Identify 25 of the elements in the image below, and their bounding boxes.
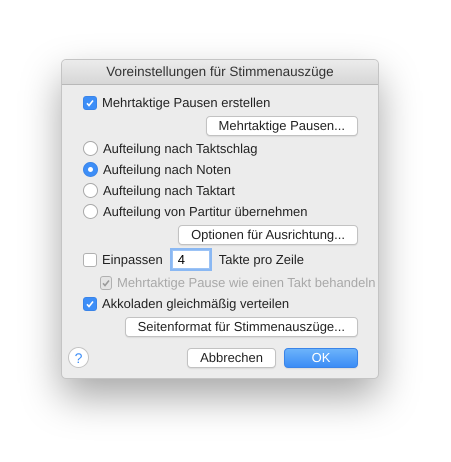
radio-button[interactable] [83, 162, 98, 177]
radio-button[interactable] [83, 141, 98, 156]
field-label: Takte pro Zeile [218, 252, 304, 267]
checkbox[interactable] [83, 296, 97, 310]
radio-button[interactable] [83, 183, 98, 198]
checkbox-label: Mehrtaktige Pausen erstellen [102, 95, 270, 110]
checkmark-icon [85, 98, 95, 108]
checkmark-icon [85, 298, 95, 308]
checkmark-icon [101, 278, 111, 288]
options-button[interactable]: Optionen für Ausrichtung... [178, 224, 358, 244]
options-button[interactable]: Mehrtaktige Pausen... [206, 116, 358, 136]
input-field[interactable]: 4 [172, 250, 210, 269]
checkbox[interactable] [83, 96, 97, 110]
checkbox-label: Akkoladen gleichmäßig verteilen [102, 296, 290, 311]
radio-label: Aufteilung nach Taktschlag [103, 141, 258, 156]
radio-label: Aufteilung von Partitur übernehmen [103, 204, 308, 219]
checkbox[interactable] [83, 252, 97, 266]
radio-label: Aufteilung nach Noten [103, 162, 231, 177]
cancel-button[interactable]: Abbrechen [187, 348, 276, 368]
radio-label: Aufteilung nach Taktart [103, 183, 236, 198]
radio-button[interactable] [83, 204, 98, 219]
window-title: Voreinstellungen für Stimmenauszüge [62, 60, 378, 85]
checkbox-label: Mehrtaktige Pause wie einen Takt behandeln [117, 275, 376, 290]
options-button[interactable]: Seitenformat für Stimmenauszüge... [124, 316, 358, 336]
checkbox-label: Einpassen [102, 252, 163, 267]
